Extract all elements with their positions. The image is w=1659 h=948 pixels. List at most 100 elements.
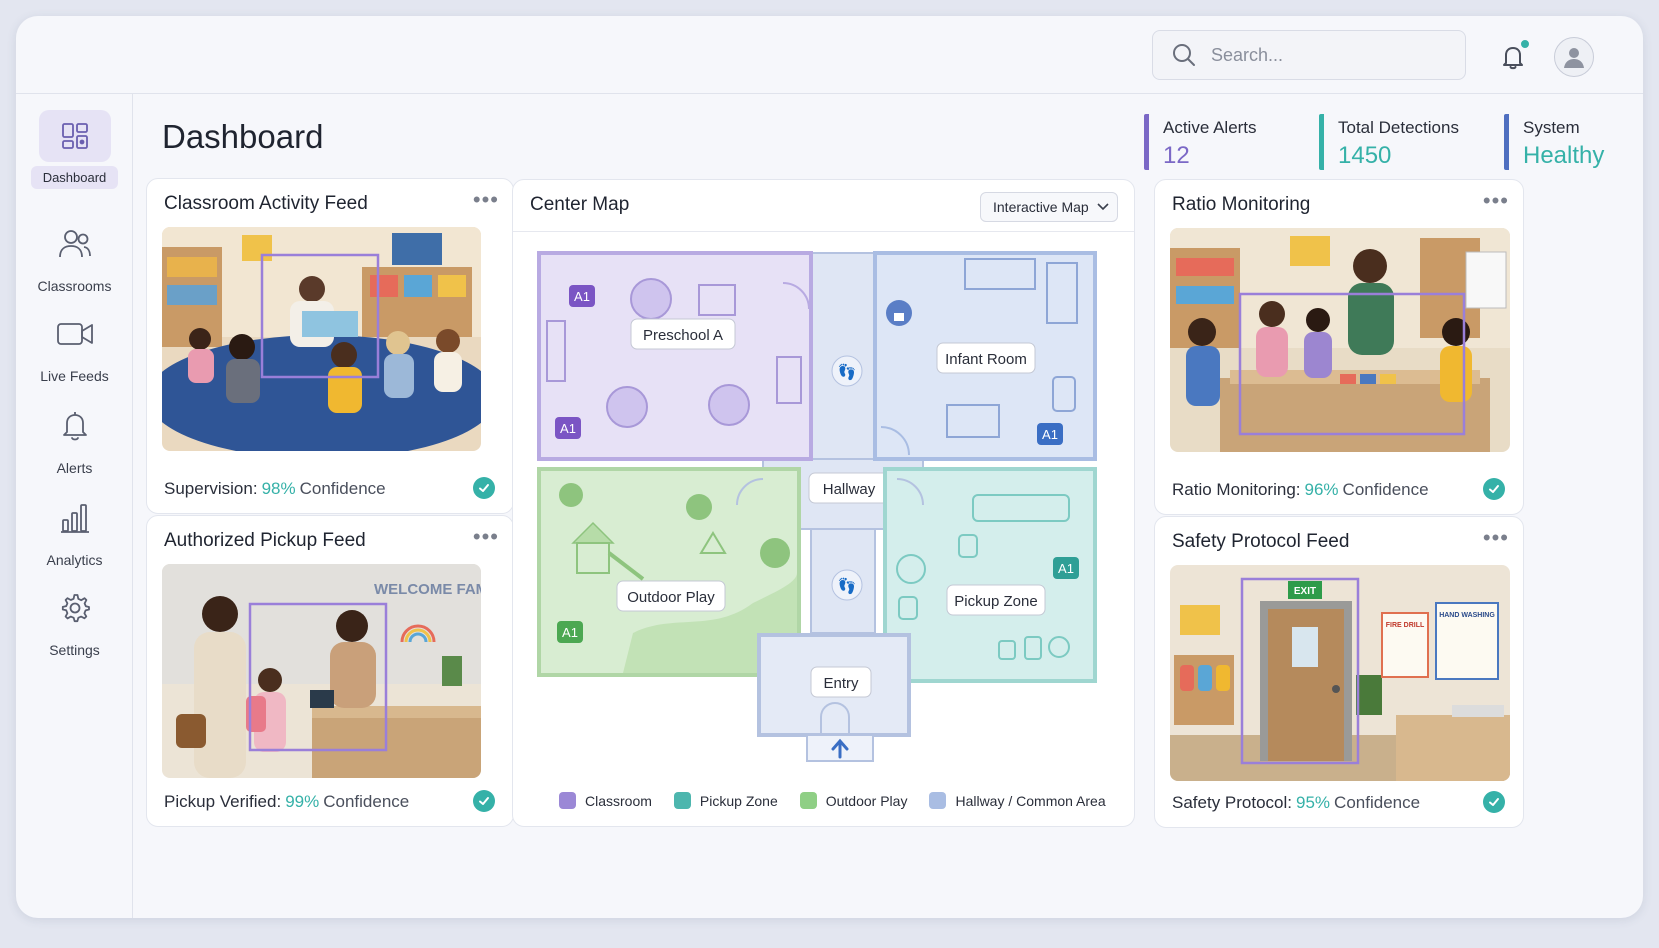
metric-label: Safety Protocol: [1172, 793, 1293, 812]
confidence-readout: Pickup Verified: 99% Confidence [164, 792, 409, 812]
legend-item-outdoor-play: Outdoor Play [799, 792, 907, 809]
confidence-word: Confidence [323, 792, 410, 811]
badge-label: A1 [1042, 427, 1058, 442]
confidence-readout: Safety Protocol: 95% Confidence [1172, 793, 1420, 813]
stat-active-alerts: Active Alerts 12 [1144, 114, 1257, 170]
hand-washing-poster-text: HAND WASHING [1439, 612, 1495, 619]
safety-camera-feed[interactable]: EXIT FIRE DRILL HAND WASHING [1170, 565, 1510, 781]
room-label-outdoor: Outdoor Play [627, 589, 715, 606]
check-icon [473, 790, 495, 812]
legend-item-classroom: Classroom [559, 792, 652, 809]
metric-label: Pickup Verified: [164, 792, 282, 811]
legend-item-hallway: Hallway / Common Area [929, 792, 1106, 809]
authorized-pickup-card: Authorized Pickup Feed ••• WELCOME FAMIL… [146, 515, 514, 827]
stat-total-detections: Total Detections 1450 [1319, 114, 1459, 170]
fire-drill-poster-text: FIRE DRILL [1386, 622, 1425, 629]
map-legend: Classroom Pickup Zone Outdoor Play Hallw… [559, 792, 1128, 809]
card-title: Safety Protocol Feed [1172, 531, 1350, 552]
bell-icon [39, 400, 111, 452]
user-icon [1564, 48, 1584, 68]
avatar[interactable] [1554, 37, 1594, 77]
room-label-preschool: Preschool A [643, 327, 723, 344]
legend-item-pickup-zone: Pickup Zone [673, 792, 778, 809]
metric-label: Ratio Monitoring: [1172, 480, 1301, 499]
safety-protocol-card: Safety Protocol Feed ••• EXIT FIRE DRILL… [1154, 516, 1524, 828]
top-bar [16, 16, 1643, 94]
bar-chart-icon [39, 492, 111, 544]
page-title: Dashboard [162, 118, 324, 155]
confidence-word: Confidence [1334, 793, 1421, 812]
ratio-camera-feed[interactable] [1170, 228, 1510, 452]
dashboard-icon [38, 110, 111, 162]
badge-label: A1 [562, 625, 578, 640]
exit-sign-text: EXIT [1294, 586, 1316, 597]
more-options-icon[interactable]: ••• [473, 524, 499, 550]
map-header: Center Map Interactive Map [513, 180, 1134, 232]
confidence-readout: Ratio Monitoring: 96% Confidence [1172, 480, 1429, 500]
stat-value: 12 [1163, 142, 1190, 169]
map-view-select[interactable]: Interactive Map [980, 192, 1118, 222]
users-icon [39, 218, 111, 270]
room-label-hallway: Hallway [823, 481, 876, 498]
badge-label: A1 [560, 421, 576, 436]
center-map-card: Center Map Interactive Map A1 A1 Prescho… [512, 179, 1135, 827]
sidebar-item-label: Alerts [56, 460, 93, 476]
card-title: Authorized Pickup Feed [164, 530, 366, 551]
video-icon [39, 308, 111, 360]
check-icon [1483, 791, 1505, 813]
stat-value: 1450 [1338, 142, 1392, 169]
confidence-value: 96% [1304, 480, 1339, 499]
sidebar-item-live-feeds[interactable]: Live Feeds [16, 308, 133, 388]
more-options-icon[interactable]: ••• [473, 187, 499, 213]
sidebar-item-alerts[interactable]: Alerts [16, 400, 133, 480]
stat-value: Healthy [1523, 142, 1605, 169]
badge-label: A1 [574, 289, 590, 304]
sidebar-item-label: Dashboard [30, 166, 119, 189]
stat-label: System [1523, 118, 1580, 137]
notification-dot [1519, 38, 1531, 50]
sidebar-item-dashboard[interactable]: Dashboard [16, 110, 133, 189]
sidebar-item-label: Classrooms [37, 278, 112, 294]
sidebar: Dashboard Classrooms Live Feeds Alerts A… [16, 94, 133, 918]
check-icon [1483, 478, 1505, 500]
confidence-value: 98% [261, 479, 296, 498]
sidebar-item-label: Settings [49, 642, 100, 658]
room-label-pickup: Pickup Zone [954, 593, 1037, 610]
pickup-camera-feed[interactable]: WELCOME FAMILIES [162, 564, 481, 778]
sidebar-item-settings[interactable]: Settings [16, 582, 133, 662]
map-view-value: Interactive Map [993, 199, 1089, 215]
confidence-readout: Supervision: 98% Confidence [164, 479, 386, 499]
classroom-camera-feed[interactable] [162, 227, 481, 451]
stat-label: Active Alerts [1163, 118, 1257, 137]
welcome-sign-text: WELCOME FAMILIES [374, 581, 481, 598]
card-title: Classroom Activity Feed [164, 193, 368, 214]
check-icon [473, 477, 495, 499]
more-options-icon[interactable]: ••• [1483, 525, 1509, 551]
svg-text:👣: 👣 [838, 576, 857, 595]
search-input[interactable] [1211, 44, 1441, 66]
confidence-value: 95% [1296, 793, 1331, 812]
confidence-word: Confidence [1342, 480, 1429, 499]
search-icon [1173, 44, 1195, 66]
sidebar-item-classrooms[interactable]: Classrooms [16, 218, 133, 298]
more-options-icon[interactable]: ••• [1483, 188, 1509, 214]
floor-plan[interactable]: A1 A1 Preschool A A1 Infant Room 👣 👣 Hal… [513, 233, 1136, 783]
gear-icon [39, 582, 111, 634]
classroom-activity-card: Classroom Activity Feed ••• Supervision:… [146, 178, 514, 514]
app-window: Dashboard Classrooms Live Feeds Alerts A… [16, 16, 1643, 918]
confidence-word: Confidence [299, 479, 386, 498]
sidebar-item-analytics[interactable]: Analytics [16, 492, 133, 572]
room-label-infant: Infant Room [945, 351, 1027, 368]
stat-label: Total Detections [1338, 118, 1459, 137]
badge-label: A1 [1058, 561, 1074, 576]
stat-system-status: System Healthy [1504, 114, 1604, 170]
confidence-value: 99% [285, 792, 320, 811]
svg-text:👣: 👣 [838, 362, 857, 381]
sidebar-item-label: Live Feeds [40, 368, 109, 384]
card-title: Center Map [530, 194, 630, 215]
room-label-entry: Entry [823, 675, 859, 692]
card-title: Ratio Monitoring [1172, 194, 1311, 215]
search-box[interactable] [1152, 30, 1466, 80]
sidebar-item-label: Analytics [46, 552, 103, 568]
ratio-monitoring-card: Ratio Monitoring ••• Ratio Monitoring: 9… [1154, 179, 1524, 515]
